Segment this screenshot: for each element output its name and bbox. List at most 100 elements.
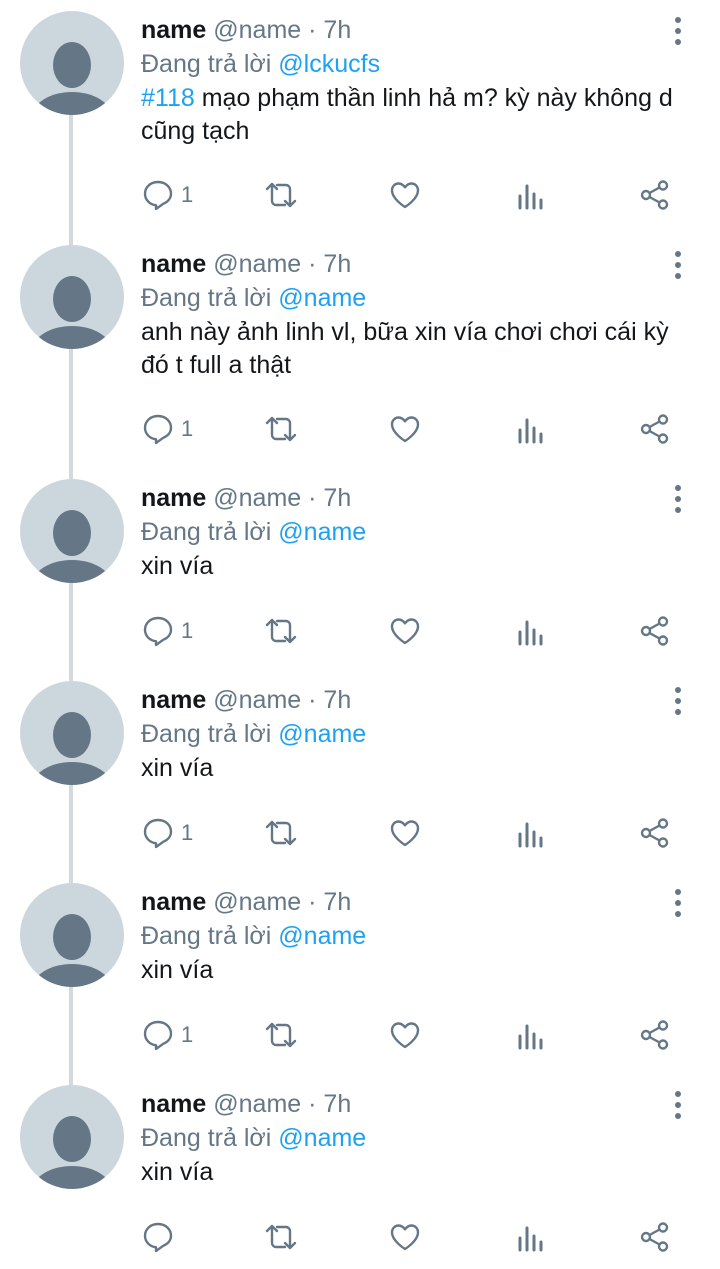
tweet[interactable]: name @name · 7h Đang trả lời @name xin v… <box>0 468 720 670</box>
tweet[interactable]: name @name · 7h Đang trả lời @lckucfs #1… <box>0 0 720 234</box>
analytics-button[interactable] <box>514 177 548 213</box>
timestamp[interactable]: 7h <box>323 888 351 916</box>
reply-button[interactable]: 1 <box>141 411 193 447</box>
replying-to-mention[interactable]: @lckucfs <box>278 50 380 78</box>
more-vertical-icon[interactable] <box>670 250 686 280</box>
replying-to: Đang trả lời @name <box>141 718 366 750</box>
reply-button[interactable]: 1 <box>141 815 193 851</box>
default-avatar-icon <box>32 712 112 785</box>
more-vertical-icon[interactable] <box>670 1090 686 1120</box>
avatar[interactable] <box>20 245 124 349</box>
share-icon <box>640 1222 669 1252</box>
more-vertical-icon[interactable] <box>670 16 686 46</box>
analytics-button[interactable] <box>514 1219 548 1255</box>
replying-to-mention[interactable]: @name <box>278 1124 366 1152</box>
analytics-icon <box>518 620 543 646</box>
analytics-button[interactable] <box>514 411 548 447</box>
retweet-button[interactable] <box>263 177 299 213</box>
reply-count: 1 <box>181 820 194 845</box>
more-vertical-icon[interactable] <box>670 888 686 918</box>
user-handle[interactable]: @name <box>213 686 301 714</box>
share-icon <box>640 818 669 848</box>
default-avatar-icon <box>32 276 112 349</box>
user-handle[interactable]: @name <box>213 484 301 512</box>
display-name[interactable]: name <box>141 16 206 44</box>
display-name[interactable]: name <box>141 686 206 714</box>
replying-prefix: Đang trả lời <box>141 922 272 950</box>
tweet-actions: 1 <box>0 815 720 851</box>
share-button[interactable] <box>638 613 672 649</box>
retweet-button[interactable] <box>263 411 299 447</box>
avatar[interactable] <box>20 883 124 987</box>
reply-button[interactable] <box>141 1219 181 1255</box>
like-button[interactable] <box>388 1017 422 1053</box>
timestamp[interactable]: 7h <box>323 16 351 44</box>
share-icon <box>640 414 669 444</box>
display-name[interactable]: name <box>141 1090 206 1118</box>
like-button[interactable] <box>388 1219 422 1255</box>
timestamp[interactable]: 7h <box>323 250 351 278</box>
like-button[interactable] <box>388 613 422 649</box>
reply-icon <box>143 414 173 445</box>
default-avatar-icon <box>32 1116 112 1189</box>
separator-dot: · <box>308 686 317 714</box>
display-name[interactable]: name <box>141 888 206 916</box>
analytics-button[interactable] <box>514 815 548 851</box>
like-button[interactable] <box>388 177 422 213</box>
share-button[interactable] <box>638 1017 672 1053</box>
avatar[interactable] <box>20 479 124 583</box>
more-vertical-icon[interactable] <box>670 686 686 716</box>
user-handle[interactable]: @name <box>213 888 301 916</box>
retweet-button[interactable] <box>263 613 299 649</box>
reply-button[interactable]: 1 <box>141 613 193 649</box>
reply-thread: name @name · 7h Đang trả lời @lckucfs #1… <box>0 0 720 1269</box>
default-avatar-icon <box>32 510 112 583</box>
share-button[interactable] <box>638 177 672 213</box>
reply-button[interactable]: 1 <box>141 177 193 213</box>
tweet-text: xin vía <box>141 552 214 580</box>
replying-to-mention[interactable]: @name <box>278 922 366 950</box>
like-icon <box>390 1224 420 1251</box>
hashtag-link[interactable]: #118 <box>141 84 195 112</box>
tweet-actions: 1 <box>0 613 720 649</box>
tweet[interactable]: name @name · 7h Đang trả lời @name xin v… <box>0 1074 720 1269</box>
tweet[interactable]: name @name · 7h Đang trả lời @name xin v… <box>0 872 720 1074</box>
retweet-button[interactable] <box>263 1219 299 1255</box>
separator-dot: · <box>308 484 317 512</box>
like-button[interactable] <box>388 411 422 447</box>
analytics-icon <box>518 1024 543 1050</box>
analytics-button[interactable] <box>514 613 548 649</box>
user-handle[interactable]: @name <box>213 250 301 278</box>
timestamp[interactable]: 7h <box>323 484 351 512</box>
replying-to-mention[interactable]: @name <box>278 720 366 748</box>
tweet-actions: 1 <box>0 177 720 213</box>
like-button[interactable] <box>388 815 422 851</box>
reply-button[interactable]: 1 <box>141 1017 193 1053</box>
replying-to-mention[interactable]: @name <box>278 284 366 312</box>
display-name[interactable]: name <box>141 484 206 512</box>
retweet-button[interactable] <box>263 1017 299 1053</box>
share-button[interactable] <box>638 411 672 447</box>
tweet[interactable]: name @name · 7h Đang trả lời @name anh n… <box>0 234 720 468</box>
replying-prefix: Đang trả lời <box>141 284 272 312</box>
replying-prefix: Đang trả lời <box>141 518 272 546</box>
avatar[interactable] <box>20 11 124 115</box>
user-handle[interactable]: @name <box>213 1090 301 1118</box>
separator-dot: · <box>308 888 317 916</box>
replying-to-mention[interactable]: @name <box>278 518 366 546</box>
analytics-icon <box>518 1226 543 1252</box>
share-button[interactable] <box>638 815 672 851</box>
avatar[interactable] <box>20 681 124 785</box>
share-button[interactable] <box>638 1219 672 1255</box>
timestamp[interactable]: 7h <box>323 686 351 714</box>
user-handle[interactable]: @name <box>213 16 301 44</box>
analytics-button[interactable] <box>514 1017 548 1053</box>
tweet[interactable]: name @name · 7h Đang trả lời @name xin v… <box>0 670 720 872</box>
retweet-icon <box>265 1022 297 1048</box>
timestamp[interactable]: 7h <box>323 1090 351 1118</box>
retweet-button[interactable] <box>263 815 299 851</box>
more-vertical-icon[interactable] <box>670 484 686 514</box>
display-name[interactable]: name <box>141 250 206 278</box>
replying-prefix: Đang trả lời <box>141 720 272 748</box>
avatar[interactable] <box>20 1085 124 1189</box>
